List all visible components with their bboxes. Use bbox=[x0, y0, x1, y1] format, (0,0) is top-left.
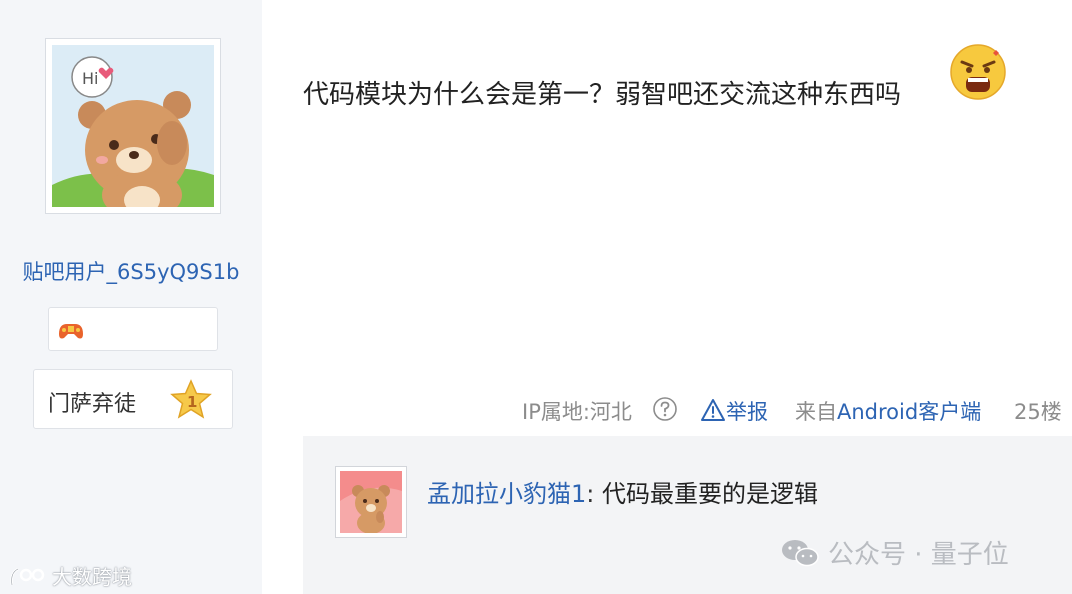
ip-location: IP属地:河北 bbox=[522, 400, 632, 424]
report-label: 举报 bbox=[726, 400, 768, 424]
wechat-watermark-text: 公众号 · 量子位 bbox=[828, 540, 1009, 570]
author-username[interactable]: 贴吧用户_6S5yQ9S1b bbox=[0, 256, 262, 286]
post-content: 代码模块为什么会是第一？弱智吧还交流这种东西吗 bbox=[303, 80, 902, 110]
client-link[interactable]: Android客户端 bbox=[837, 400, 981, 424]
reply-username[interactable]: 孟加拉小豹猫1 bbox=[427, 480, 586, 508]
reply-content: 代码最重要的是逻辑 bbox=[602, 480, 819, 508]
watermark-logo-icon bbox=[10, 567, 45, 586]
question-help-icon[interactable] bbox=[652, 396, 678, 422]
level-number: 1 bbox=[187, 393, 197, 411]
post-source: 来自Android客户端 bbox=[795, 396, 981, 424]
report-link[interactable]: 举报 bbox=[700, 396, 768, 426]
user-level-box: 门萨弃徒 1 bbox=[33, 369, 233, 429]
reply-line: 孟加拉小豹猫1: 代码最重要的是逻辑 bbox=[427, 474, 818, 509]
avatar-bubble-text: Hi bbox=[82, 69, 98, 88]
corner-watermark: 大数跨境 bbox=[8, 561, 132, 590]
level-star-icon: 1 bbox=[170, 379, 212, 419]
wechat-icon bbox=[782, 540, 819, 567]
level-name: 门萨弃徒 bbox=[48, 392, 137, 417]
bear-avatar-image: Hi bbox=[52, 45, 214, 220]
author-sidebar: Hi 贴吧用户_6S5yQ9S1b 门萨弃徒 1 bbox=[0, 0, 262, 594]
game-badge-icon bbox=[59, 324, 83, 339]
corner-watermark-text: 大数跨境 bbox=[52, 565, 132, 589]
user-avatar[interactable]: Hi bbox=[45, 38, 221, 220]
angry-face-icon bbox=[950, 44, 1006, 100]
reply-separator: : bbox=[586, 480, 595, 508]
reply-user-avatar[interactable] bbox=[335, 466, 407, 538]
source-prefix: 来自 bbox=[795, 400, 837, 424]
bear-sticker-image bbox=[340, 471, 402, 534]
wechat-watermark: 公众号 · 量子位 bbox=[780, 534, 1009, 571]
user-badge-box bbox=[48, 307, 218, 351]
floor-number: 25楼 bbox=[1014, 400, 1062, 424]
warning-icon bbox=[701, 399, 725, 421]
